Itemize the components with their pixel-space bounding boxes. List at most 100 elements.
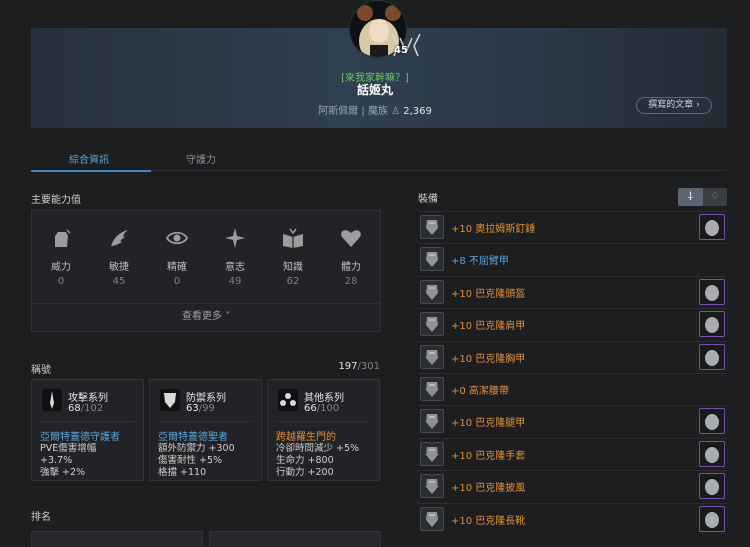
title-effect: 生命力 +800 — [276, 455, 334, 466]
stats-row: 威力 0 敏捷 45 精確 0 意志 49 知識 62 體力 28 — [32, 211, 380, 303]
equipment-name[interactable]: +0 高潔腰帶 — [451, 382, 509, 397]
appearance-slot-icon[interactable] — [699, 473, 725, 500]
wing-icon — [111, 230, 128, 246]
title-effect: 傷害耐性 +5% — [158, 455, 223, 466]
legs-armor-icon[interactable] — [420, 409, 444, 434]
stat-label: 敏捷 — [109, 262, 129, 273]
eye-icon — [165, 231, 189, 245]
bracer-icon[interactable] — [420, 247, 444, 272]
gem-cluster-icon — [278, 389, 298, 411]
title-card-count: 66/100 — [304, 403, 340, 414]
equipment-row[interactable]: +0 高潔腰帶 — [418, 373, 727, 403]
power-icon: ♙ — [391, 106, 401, 117]
gloves-icon[interactable] — [420, 441, 444, 466]
equipment-name[interactable]: +10 巴克隆腿甲 — [451, 414, 525, 429]
stat-label: 體力 — [341, 262, 361, 273]
stats-more-button[interactable]: 查看更多 ˅ — [32, 303, 380, 331]
equipment-row[interactable]: +10 巴克隆披風 — [418, 470, 727, 500]
titles-count: 197/301 — [300, 361, 380, 372]
title-card-count: 63/99 — [186, 403, 215, 414]
pet-view-icon[interactable]: ♢ — [703, 188, 727, 206]
titles-owned: 197 — [338, 361, 358, 372]
active-tab-indicator — [31, 170, 151, 172]
stat-power: 威力 0 — [32, 211, 90, 303]
equipment-name[interactable]: +10 巴克隆披風 — [451, 479, 525, 494]
stat-label: 威力 — [51, 262, 71, 273]
equipment-row[interactable]: +10 巴克隆肩甲 — [418, 308, 727, 338]
chest-armor-icon[interactable] — [420, 344, 444, 369]
equipment-name[interactable]: +10 奧拉姆斯釘錘 — [451, 220, 535, 235]
book-icon — [283, 228, 303, 248]
stat-agility: 敏捷 45 — [90, 211, 148, 303]
equipment-name[interactable]: +10 巴克隆肩甲 — [451, 317, 525, 332]
appearance-slot-icon[interactable] — [699, 408, 725, 435]
appearance-slot-icon[interactable] — [699, 311, 725, 338]
stat-vitality: 體力 28 — [322, 211, 380, 303]
appearance-slot-icon[interactable] — [699, 440, 725, 467]
heart-icon — [341, 230, 361, 247]
equipped-title: 亞爾特蓋德聖者 — [158, 432, 228, 443]
boots-icon[interactable] — [420, 506, 444, 531]
equipment-row[interactable]: +10 巴克隆頭盔 — [418, 275, 727, 306]
appearance-slot-icon[interactable] — [699, 505, 725, 532]
equipment-name[interactable]: +8 不屈臂甲 — [451, 252, 509, 267]
ranking-card[interactable] — [209, 531, 381, 547]
server-name: 阿斯佩爾 — [318, 106, 359, 117]
equipment-view-toggle[interactable]: ⸸ ♢ — [678, 188, 727, 206]
titles-total: /301 — [357, 361, 380, 372]
tab-guardian-power[interactable]: 守護力 — [186, 151, 216, 166]
belt-icon[interactable] — [420, 377, 444, 401]
stat-precision: 精確 0 — [148, 211, 206, 303]
stats-panel: 威力 0 敏捷 45 精確 0 意志 49 知識 62 體力 28 查看更多 ˅ — [31, 210, 381, 332]
equipment-row[interactable]: +8 不屈臂甲 — [418, 243, 727, 273]
title-effect: 格擋 +110 — [158, 467, 207, 478]
stat-value: 0 — [173, 276, 181, 287]
mace-icon[interactable] — [420, 215, 444, 239]
stat-knowledge: 知識 62 — [264, 211, 322, 303]
title-card-defense[interactable]: 防禦系列 63/99 亞爾特蓋德聖者 額外防禦力 +300 傷害耐性 +5% 格… — [149, 379, 262, 481]
weapon-view-icon[interactable]: ⸸ — [678, 188, 703, 206]
equipment-row[interactable]: +10 巴克隆手套 — [418, 437, 727, 468]
stat-label: 意志 — [225, 262, 245, 273]
stat-label: 知識 — [283, 262, 303, 273]
title-card-other[interactable]: 其他系列 66/100 跨越羅生門的 冷卻時間減少 +5% 生命力 +800 行… — [267, 379, 380, 481]
cape-icon[interactable] — [420, 474, 444, 499]
equipment-row[interactable]: +10 巴克隆長靴 — [418, 502, 727, 533]
equipment-section-title: 裝備 — [418, 194, 438, 205]
posts-button[interactable]: 撰寫的文章 › — [636, 97, 712, 114]
stat-value: 28 — [344, 276, 358, 287]
title-card-header: 攻擊系列 68/102 — [40, 386, 135, 422]
title-card-name: 防禦系列 — [186, 393, 226, 404]
shoulder-icon[interactable] — [420, 312, 444, 337]
equipment-name[interactable]: +10 巴克隆胸甲 — [451, 350, 525, 365]
stats-section-title: 主要能力值 — [31, 195, 81, 206]
stat-will: 意志 49 — [206, 211, 264, 303]
stat-value: 0 — [57, 276, 65, 287]
equipment-name[interactable]: +10 巴克隆頭盔 — [451, 285, 525, 300]
character-name: 話姬丸 — [356, 83, 393, 97]
title-effect: 強擊 +2% — [40, 467, 86, 478]
equipped-title: 亞爾特蓋德守護者 — [40, 432, 120, 443]
stat-value: 49 — [228, 276, 242, 287]
appearance-slot-icon[interactable] — [699, 214, 725, 240]
equipment-name[interactable]: +10 巴克隆手套 — [451, 447, 525, 462]
tab-bar: 綜合資訊 守護力 — [31, 145, 727, 171]
stat-value: 62 — [286, 276, 300, 287]
race-name: 魔族 — [367, 106, 388, 117]
title-card-count: 68/102 — [68, 403, 104, 414]
appearance-slot-icon[interactable] — [699, 278, 725, 305]
equipment-row[interactable]: +10 巴克隆胸甲 — [418, 340, 727, 371]
ranking-card[interactable] — [31, 531, 203, 547]
sword-icon — [42, 389, 62, 411]
tab-overview[interactable]: 綜合資訊 — [69, 151, 109, 166]
helmet-icon[interactable] — [420, 279, 444, 304]
character-level: 45 — [394, 45, 408, 56]
equipment-name[interactable]: +10 巴克隆長靴 — [451, 512, 525, 527]
title-effect: 行動力 +200 — [276, 467, 334, 478]
title-card-attack[interactable]: 攻擊系列 68/102 亞爾特蓋德守護者 PVE傷害增幅 +3.7% 強擊 +2… — [31, 379, 144, 481]
equipment-row[interactable]: +10 奧拉姆斯釘錘 — [418, 211, 727, 241]
title-card-header: 防禦系列 63/99 — [158, 386, 253, 422]
equipment-row[interactable]: +10 巴克隆腿甲 — [418, 405, 727, 435]
title-card-name: 其他系列 — [304, 393, 344, 404]
appearance-slot-icon[interactable] — [699, 343, 725, 370]
